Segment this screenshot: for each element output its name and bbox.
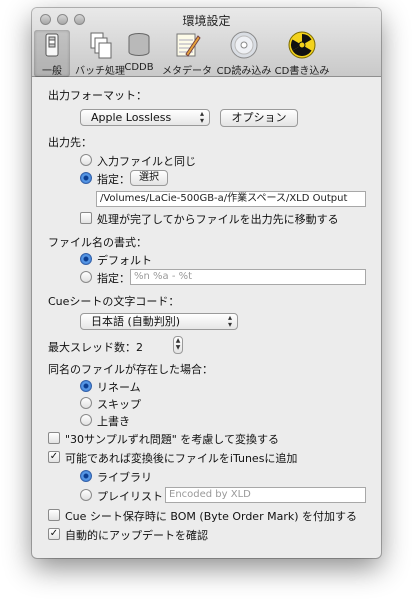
itunes-checkbox[interactable]: ✓: [48, 451, 60, 463]
itunes-library-label: ライブラリ: [97, 471, 152, 484]
tab-cd-rip[interactable]: CD読み込み: [212, 30, 276, 77]
itunes-label: 可能であれば変換後にファイルをiTunesに追加: [65, 452, 298, 465]
tab-cd-rip-label: CD読み込み: [216, 66, 272, 77]
cue-encoding-value: 日本語 (自動判別): [91, 315, 181, 328]
offset-fix-label: "30サンプルずれ問題" を考慮して変換する: [65, 433, 279, 446]
max-threads-stepper[interactable]: ▲ ▼: [173, 336, 183, 354]
output-format-value: Apple Lossless: [91, 111, 172, 124]
move-after-checkbox[interactable]: [80, 212, 92, 224]
window-title: 環境設定: [182, 14, 231, 28]
itunes-playlist-label: プレイリスト: [97, 490, 163, 503]
itunes-playlist-radio[interactable]: [80, 489, 92, 501]
move-after-label: 処理が完了してからファイルを出力先に移動する: [97, 213, 339, 226]
destination-label: 出力先：: [48, 136, 92, 149]
filename-specify-label: 指定：: [97, 272, 130, 285]
cue-encoding-label: Cueシートの文字コード：: [48, 295, 180, 308]
title-bar: 環境設定 一般 バッチ処理 CDDB メタデータ CD読み込み CD書き込み: [32, 8, 381, 77]
tab-metadata-label: メタデータ: [162, 66, 212, 77]
existing-skip-radio[interactable]: [80, 397, 92, 409]
dest-same-label: 入力ファイルと同じ: [97, 155, 196, 168]
burn-radiation-icon: [287, 30, 317, 60]
filename-format-label: ファイル名の書式：: [48, 236, 147, 249]
popup-arrows-icon: ▴ ▾: [199, 109, 204, 125]
output-format-label: 出力フォーマット：: [48, 89, 147, 102]
cd-disc-icon: [229, 30, 259, 60]
popup-arrows-icon: ▴ ▾: [227, 313, 232, 329]
auto-update-label: 自動的にアップデートを確認: [65, 529, 208, 542]
existing-overwrite-radio[interactable]: [80, 414, 92, 426]
cue-encoding-popup[interactable]: 日本語 (自動判別) ▴ ▾: [80, 313, 238, 330]
dest-specify-radio[interactable]: [80, 172, 92, 184]
dest-specify-label: 指定：: [97, 173, 130, 186]
choose-button[interactable]: 選択: [130, 170, 168, 186]
preferences-window: 環境設定 一般 バッチ処理 CDDB メタデータ CD読み込み CD書き込み 出…: [32, 8, 381, 558]
existing-overwrite-label: 上書き: [97, 415, 130, 428]
general-switch-icon: [37, 30, 67, 60]
tab-cd-burn-label: CD書き込み: [274, 66, 330, 77]
options-button[interactable]: オプション: [220, 109, 298, 127]
filename-specify-radio[interactable]: [80, 271, 92, 283]
tab-metadata[interactable]: メタデータ: [155, 30, 219, 77]
offset-fix-checkbox[interactable]: [48, 432, 60, 444]
playlist-name-field[interactable]: Encoded by XLD: [165, 487, 366, 503]
cue-bom-checkbox[interactable]: [48, 509, 60, 521]
cue-bom-label: Cue シート保存時に BOM (Byte Order Mark) を付加する: [65, 510, 358, 523]
batch-documents-icon: [85, 30, 115, 60]
destination-path-field[interactable]: /Volumes/LaCie-500GB-a/作業スペース/XLD Output: [96, 191, 366, 207]
filename-default-label: デフォルト: [97, 254, 152, 267]
existing-rename-radio[interactable]: [80, 380, 92, 392]
filename-default-radio[interactable]: [80, 253, 92, 265]
filename-pattern-field[interactable]: %n %a - %t: [130, 269, 366, 285]
max-threads-label: 最大スレッド数：2: [48, 341, 143, 354]
dest-same-radio[interactable]: [80, 154, 92, 166]
existing-skip-label: スキップ: [97, 398, 141, 411]
database-icon: [124, 30, 154, 60]
notepad-pencil-icon: [172, 30, 202, 60]
output-format-popup[interactable]: Apple Lossless ▴ ▾: [80, 109, 210, 126]
tab-general-label: 一般: [42, 66, 62, 77]
existing-rename-label: リネーム: [97, 381, 141, 394]
auto-update-checkbox[interactable]: ✓: [48, 528, 60, 540]
itunes-library-radio[interactable]: [80, 470, 92, 482]
tab-cd-burn[interactable]: CD書き込み: [270, 30, 334, 77]
existing-file-label: 同名のファイルが存在した場合：: [48, 363, 213, 376]
tab-general[interactable]: 一般: [34, 30, 70, 77]
